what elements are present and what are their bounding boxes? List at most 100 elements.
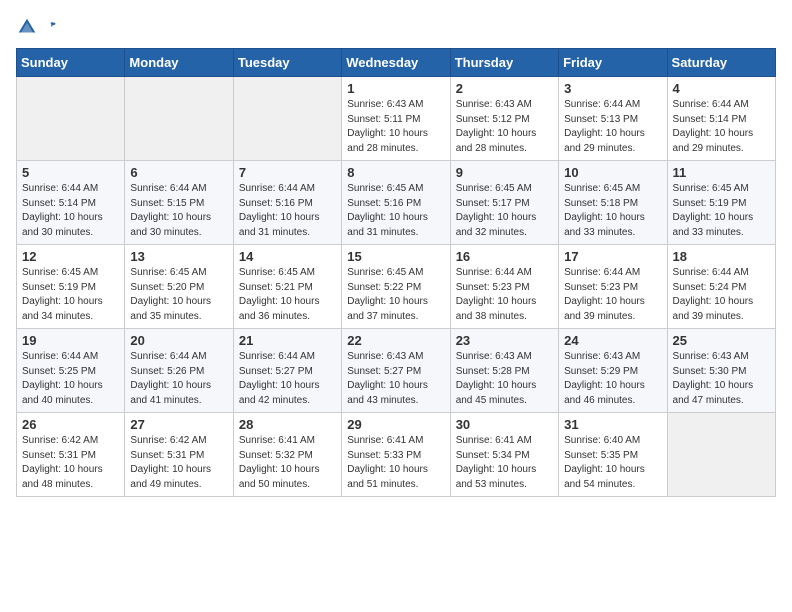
day-info: Sunrise: 6:43 AM Sunset: 5:28 PM Dayligh… bbox=[456, 350, 553, 408]
day-info: Sunrise: 6:44 AM Sunset: 5:13 PM Dayligh… bbox=[564, 98, 661, 156]
day-info: Sunrise: 6:44 AM Sunset: 5:14 PM Dayligh… bbox=[673, 98, 770, 156]
day-number: 12 bbox=[22, 249, 119, 264]
header-monday: Monday bbox=[125, 49, 233, 77]
day-info: Sunrise: 6:42 AM Sunset: 5:31 PM Dayligh… bbox=[130, 434, 227, 492]
day-info: Sunrise: 6:41 AM Sunset: 5:32 PM Dayligh… bbox=[239, 434, 336, 492]
day-number: 19 bbox=[22, 333, 119, 348]
header-sunday: Sunday bbox=[17, 49, 125, 77]
day-info: Sunrise: 6:44 AM Sunset: 5:15 PM Dayligh… bbox=[130, 182, 227, 240]
calendar-cell: 25 Sunrise: 6:43 AM Sunset: 5:30 PM Dayli… bbox=[667, 329, 775, 413]
header-thursday: Thursday bbox=[450, 49, 558, 77]
calendar-cell: 2Sunrise: 6:43 AM Sunset: 5:12 PM Daylig… bbox=[450, 77, 558, 161]
day-number: 11 bbox=[673, 165, 770, 180]
calendar-table: SundayMondayTuesdayWednesdayThursdayFrid… bbox=[16, 48, 776, 497]
day-number: 25 bbox=[673, 333, 770, 348]
day-number: 7 bbox=[239, 165, 336, 180]
day-info: Sunrise: 6:45 AM Sunset: 5:19 PM Dayligh… bbox=[22, 266, 119, 324]
day-number: 21 bbox=[239, 333, 336, 348]
logo bbox=[16, 16, 57, 38]
calendar-cell bbox=[125, 77, 233, 161]
calendar-week-row: 5 Sunrise: 6:44 AM Sunset: 5:14 PM Daylig… bbox=[17, 161, 776, 245]
day-number: 17 bbox=[564, 249, 661, 264]
calendar-cell bbox=[17, 77, 125, 161]
calendar-cell: 6 Sunrise: 6:44 AM Sunset: 5:15 PM Daylig… bbox=[125, 161, 233, 245]
day-info: Sunrise: 6:43 AM Sunset: 5:30 PM Dayligh… bbox=[673, 350, 770, 408]
day-number: 16 bbox=[456, 249, 553, 264]
calendar-cell: 18 Sunrise: 6:44 AM Sunset: 5:24 PM Dayli… bbox=[667, 245, 775, 329]
header-tuesday: Tuesday bbox=[233, 49, 341, 77]
calendar-cell: 15 Sunrise: 6:45 AM Sunset: 5:22 PM Dayli… bbox=[342, 245, 450, 329]
day-info: Sunrise: 6:44 AM Sunset: 5:14 PM Dayligh… bbox=[22, 182, 119, 240]
day-number: 26 bbox=[22, 417, 119, 432]
day-info: Sunrise: 6:45 AM Sunset: 5:20 PM Dayligh… bbox=[130, 266, 227, 324]
page-header bbox=[16, 16, 776, 38]
day-info: Sunrise: 6:43 AM Sunset: 5:29 PM Dayligh… bbox=[564, 350, 661, 408]
calendar-cell: 30 Sunrise: 6:41 AM Sunset: 5:34 PM Dayli… bbox=[450, 413, 558, 497]
header-saturday: Saturday bbox=[667, 49, 775, 77]
day-number: 23 bbox=[456, 333, 553, 348]
day-info: Sunrise: 6:42 AM Sunset: 5:31 PM Dayligh… bbox=[22, 434, 119, 492]
day-number: 6 bbox=[130, 165, 227, 180]
calendar-cell bbox=[233, 77, 341, 161]
day-info: Sunrise: 6:44 AM Sunset: 5:23 PM Dayligh… bbox=[456, 266, 553, 324]
day-info: Sunrise: 6:41 AM Sunset: 5:34 PM Dayligh… bbox=[456, 434, 553, 492]
calendar-cell: 29Sunrise: 6:41 AM Sunset: 5:33 PM Dayli… bbox=[342, 413, 450, 497]
day-info: Sunrise: 6:44 AM Sunset: 5:16 PM Dayligh… bbox=[239, 182, 336, 240]
day-info: Sunrise: 6:43 AM Sunset: 5:11 PM Dayligh… bbox=[347, 98, 444, 156]
calendar-week-row: 12 Sunrise: 6:45 AM Sunset: 5:19 PM Dayli… bbox=[17, 245, 776, 329]
day-info: Sunrise: 6:44 AM Sunset: 5:25 PM Dayligh… bbox=[22, 350, 119, 408]
day-number: 27 bbox=[130, 417, 227, 432]
day-info: Sunrise: 6:44 AM Sunset: 5:26 PM Dayligh… bbox=[130, 350, 227, 408]
calendar-cell: 5 Sunrise: 6:44 AM Sunset: 5:14 PM Daylig… bbox=[17, 161, 125, 245]
calendar-cell: 28 Sunrise: 6:41 AM Sunset: 5:32 PM Dayli… bbox=[233, 413, 341, 497]
day-number: 28 bbox=[239, 417, 336, 432]
day-number: 9 bbox=[456, 165, 553, 180]
day-info: Sunrise: 6:44 AM Sunset: 5:24 PM Dayligh… bbox=[673, 266, 770, 324]
calendar-week-row: 1 Sunrise: 6:43 AM Sunset: 5:11 PM Daylig… bbox=[17, 77, 776, 161]
calendar-cell: 26 Sunrise: 6:42 AM Sunset: 5:31 PM Dayli… bbox=[17, 413, 125, 497]
calendar-cell: 24 Sunrise: 6:43 AM Sunset: 5:29 PM Dayli… bbox=[559, 329, 667, 413]
day-number: 30 bbox=[456, 417, 553, 432]
calendar-cell: 8Sunrise: 6:45 AM Sunset: 5:16 PM Daylig… bbox=[342, 161, 450, 245]
calendar-cell: 16 Sunrise: 6:44 AM Sunset: 5:23 PM Dayli… bbox=[450, 245, 558, 329]
calendar-cell: 1 Sunrise: 6:43 AM Sunset: 5:11 PM Daylig… bbox=[342, 77, 450, 161]
day-number: 22 bbox=[347, 333, 444, 348]
calendar-cell: 3 Sunrise: 6:44 AM Sunset: 5:13 PM Daylig… bbox=[559, 77, 667, 161]
logo-bird-icon bbox=[43, 21, 57, 35]
calendar-cell: 23 Sunrise: 6:43 AM Sunset: 5:28 PM Dayli… bbox=[450, 329, 558, 413]
calendar-cell: 31Sunrise: 6:40 AM Sunset: 5:35 PM Dayli… bbox=[559, 413, 667, 497]
day-info: Sunrise: 6:44 AM Sunset: 5:27 PM Dayligh… bbox=[239, 350, 336, 408]
day-number: 18 bbox=[673, 249, 770, 264]
day-info: Sunrise: 6:40 AM Sunset: 5:35 PM Dayligh… bbox=[564, 434, 661, 492]
day-number: 14 bbox=[239, 249, 336, 264]
calendar-cell: 4 Sunrise: 6:44 AM Sunset: 5:14 PM Daylig… bbox=[667, 77, 775, 161]
calendar-cell: 20 Sunrise: 6:44 AM Sunset: 5:26 PM Dayli… bbox=[125, 329, 233, 413]
calendar-week-row: 19 Sunrise: 6:44 AM Sunset: 5:25 PM Dayli… bbox=[17, 329, 776, 413]
day-number: 24 bbox=[564, 333, 661, 348]
day-number: 1 bbox=[347, 81, 444, 96]
day-info: Sunrise: 6:45 AM Sunset: 5:19 PM Dayligh… bbox=[673, 182, 770, 240]
day-number: 29 bbox=[347, 417, 444, 432]
day-info: Sunrise: 6:45 AM Sunset: 5:22 PM Dayligh… bbox=[347, 266, 444, 324]
calendar-cell: 17 Sunrise: 6:44 AM Sunset: 5:23 PM Dayli… bbox=[559, 245, 667, 329]
calendar-cell bbox=[667, 413, 775, 497]
day-number: 10 bbox=[564, 165, 661, 180]
day-number: 20 bbox=[130, 333, 227, 348]
day-number: 5 bbox=[22, 165, 119, 180]
header-wednesday: Wednesday bbox=[342, 49, 450, 77]
day-number: 15 bbox=[347, 249, 444, 264]
calendar-cell: 22 Sunrise: 6:43 AM Sunset: 5:27 PM Dayli… bbox=[342, 329, 450, 413]
day-info: Sunrise: 6:44 AM Sunset: 5:23 PM Dayligh… bbox=[564, 266, 661, 324]
calendar-cell: 10 Sunrise: 6:45 AM Sunset: 5:18 PM Dayli… bbox=[559, 161, 667, 245]
calendar-week-row: 26 Sunrise: 6:42 AM Sunset: 5:31 PM Dayli… bbox=[17, 413, 776, 497]
calendar-cell: 7 Sunrise: 6:44 AM Sunset: 5:16 PM Daylig… bbox=[233, 161, 341, 245]
calendar-cell: 14Sunrise: 6:45 AM Sunset: 5:21 PM Dayli… bbox=[233, 245, 341, 329]
day-info: Sunrise: 6:45 AM Sunset: 5:18 PM Dayligh… bbox=[564, 182, 661, 240]
header-friday: Friday bbox=[559, 49, 667, 77]
day-number: 3 bbox=[564, 81, 661, 96]
calendar-cell: 12 Sunrise: 6:45 AM Sunset: 5:19 PM Dayli… bbox=[17, 245, 125, 329]
day-info: Sunrise: 6:43 AM Sunset: 5:27 PM Dayligh… bbox=[347, 350, 444, 408]
day-number: 13 bbox=[130, 249, 227, 264]
day-number: 4 bbox=[673, 81, 770, 96]
calendar-cell: 21 Sunrise: 6:44 AM Sunset: 5:27 PM Dayli… bbox=[233, 329, 341, 413]
